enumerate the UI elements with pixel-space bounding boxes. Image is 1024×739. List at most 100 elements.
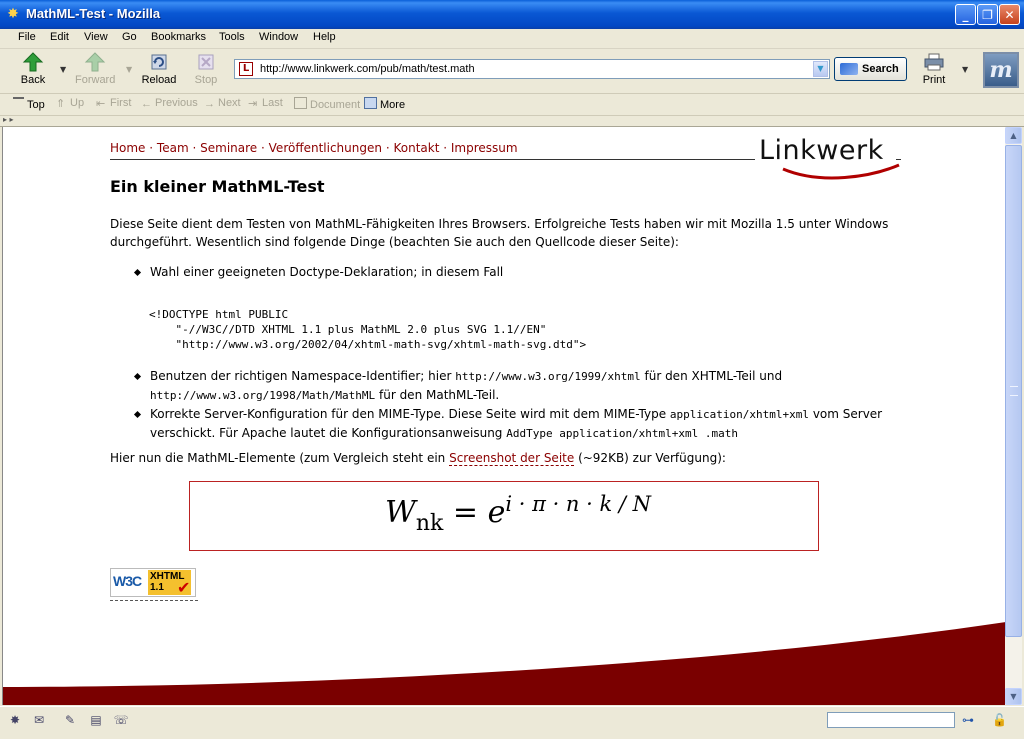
mime-type: application/xhtml+xml (669, 408, 809, 421)
doctype-code: <!DOCTYPE html PUBLIC "-//W3C//DTD XHTML… (149, 308, 587, 351)
mathml-formula-box: Wnk = ei · π · n · k / N (189, 481, 819, 551)
status-bar: ✸ ✉ ✎ ▤ ☏ ⊶ 🔓 (0, 706, 1024, 739)
list-item: Benutzen der richtigen Namespace-Identif… (110, 367, 900, 405)
reload-button[interactable]: Reload (139, 51, 179, 89)
back-label: Back (20, 74, 46, 86)
nav-link-impressum[interactable]: Impressum (451, 141, 518, 155)
scroll-thumb[interactable] (1005, 145, 1022, 637)
reload-icon (151, 54, 167, 70)
nav-more[interactable]: More (364, 97, 405, 111)
formula-subscript: nk (415, 511, 444, 536)
menu-bookmarks[interactable]: Bookmarks (151, 31, 206, 43)
document-icon (294, 97, 307, 109)
formula-base: W (385, 495, 416, 530)
nav-first[interactable]: ⇤ First (96, 97, 131, 110)
bullet-icon (133, 372, 142, 381)
close-button[interactable]: ✕ (999, 4, 1020, 25)
security-lock-icon[interactable]: 🔓 (992, 713, 1007, 727)
back-dropdown-icon[interactable]: ▼ (60, 65, 66, 74)
bullet-icon (133, 268, 142, 277)
site-navigation-bar: Top ⇑ Up ⇤ First ← Previous → Next ⇥ Last Doc… (0, 94, 1024, 116)
formula-exp-base: e (487, 495, 506, 530)
bullet-icon (133, 410, 142, 419)
print-dropdown-icon[interactable]: ▼ (962, 65, 968, 74)
nav-next[interactable]: → Next (204, 97, 241, 110)
composer-icon[interactable]: ✎ (62, 713, 78, 727)
title-bar: ✸ MathML-Test - Mozilla _ ❐ ✕ (0, 0, 1024, 29)
menu-tools[interactable]: Tools (219, 31, 245, 43)
scroll-up-icon[interactable]: ▲ (1005, 127, 1022, 144)
nav-link-home[interactable]: Home (110, 141, 145, 155)
online-icon[interactable]: ⊶ (962, 713, 974, 727)
back-button[interactable]: Back (13, 51, 53, 89)
menu-file[interactable]: File (18, 31, 36, 43)
reload-label: Reload (141, 74, 177, 86)
screenshot-link[interactable]: Screenshot der Seite (449, 451, 575, 466)
forward-arrow-icon (84, 52, 106, 72)
checkmark-icon: ✔ (177, 578, 191, 597)
nav-up[interactable]: ⇑ Up (56, 97, 84, 110)
page-title: Ein kleiner MathML-Test (110, 177, 325, 196)
addressbook-icon[interactable]: ▤ (88, 713, 104, 727)
chatzilla-icon[interactable]: ☏ (113, 713, 129, 727)
menu-go[interactable]: Go (122, 31, 137, 43)
nav-link-kontakt[interactable]: Kontakt (393, 141, 439, 155)
logo-swoosh (782, 163, 900, 180)
nav-last[interactable]: ⇥ Last (248, 97, 283, 110)
menu-help[interactable]: Help (313, 31, 336, 43)
url-dropdown-icon[interactable]: ▼ (813, 61, 828, 77)
nav-link-team[interactable]: Team (157, 141, 189, 155)
nav-top[interactable]: Top (13, 97, 45, 111)
last-icon: ⇥ (248, 98, 258, 110)
site-favicon-icon: L (239, 62, 253, 76)
previous-icon: ← (141, 98, 152, 110)
forward-label: Forward (75, 74, 116, 86)
printer-icon (924, 53, 944, 71)
linkwerk-logo[interactable]: Linkwerk (759, 135, 900, 180)
search-icon (840, 63, 858, 75)
status-progress (827, 712, 955, 728)
more-icon (364, 97, 377, 109)
print-label: Print (922, 74, 946, 86)
next-icon: → (204, 98, 215, 110)
print-button[interactable]: Print (914, 51, 954, 89)
list-item: Wahl einer geeigneten Doctype-Deklaratio… (110, 263, 900, 281)
url-text[interactable]: http://www.linkwerk.com/pub/math/test.ma… (260, 63, 475, 75)
top-icon (13, 97, 24, 109)
stop-button[interactable]: Stop (186, 51, 226, 89)
menu-edit[interactable]: Edit (50, 31, 69, 43)
forward-button[interactable]: Forward (75, 51, 115, 89)
url-bar[interactable]: L http://www.linkwerk.com/pub/math/test.… (234, 59, 830, 79)
xhtml-namespace: http://www.w3.org/1999/xhtml (455, 370, 641, 383)
nav-previous[interactable]: ← Previous (141, 97, 198, 110)
formula-exponent: i · π · n · k / N (505, 492, 651, 516)
nav-link-seminare[interactable]: Seminare (200, 141, 257, 155)
toolbar-grippy[interactable]: ▸ ▸ (0, 115, 1024, 127)
search-button[interactable]: Search (834, 57, 907, 81)
nav-divider-end (896, 159, 901, 160)
forward-dropdown-icon[interactable]: ▼ (126, 65, 132, 74)
requirements-list-continued: Benutzen der richtigen Namespace-Identif… (110, 367, 900, 443)
restore-button[interactable]: ❐ (977, 4, 998, 25)
nav-link-veroeffentlichungen[interactable]: Veröffentlichungen (269, 141, 382, 155)
mail-icon[interactable]: ✉ (31, 713, 47, 727)
minimize-button[interactable]: _ (955, 4, 976, 25)
mathml-namespace: http://www.w3.org/1998/Math/MathML (150, 389, 376, 402)
back-arrow-icon (22, 52, 44, 72)
window-title: MathML-Test - Mozilla (26, 6, 161, 21)
formula-equals: = (452, 495, 479, 530)
grippy-icon: ▸ ▸ (3, 115, 14, 124)
first-icon: ⇤ (96, 98, 106, 110)
vertical-scrollbar[interactable]: ▲ ▼ (1005, 127, 1022, 705)
w3c-xhtml-badge[interactable]: W3C XHTML 1.1 ✔ (110, 568, 196, 597)
nav-document[interactable]: Document (294, 97, 360, 111)
scroll-down-icon[interactable]: ▼ (1005, 688, 1022, 705)
menu-view[interactable]: View (84, 31, 108, 43)
navigator-icon[interactable]: ✸ (7, 713, 23, 727)
menu-window[interactable]: Window (259, 31, 298, 43)
throbber-logo[interactable]: m (983, 52, 1019, 88)
nav-divider (110, 159, 755, 160)
site-nav: Home · Team · Seminare · Veröffentlichun… (110, 141, 518, 155)
mozilla-icon: ✸ (7, 6, 19, 22)
w3c-logo: W3C (113, 573, 142, 589)
